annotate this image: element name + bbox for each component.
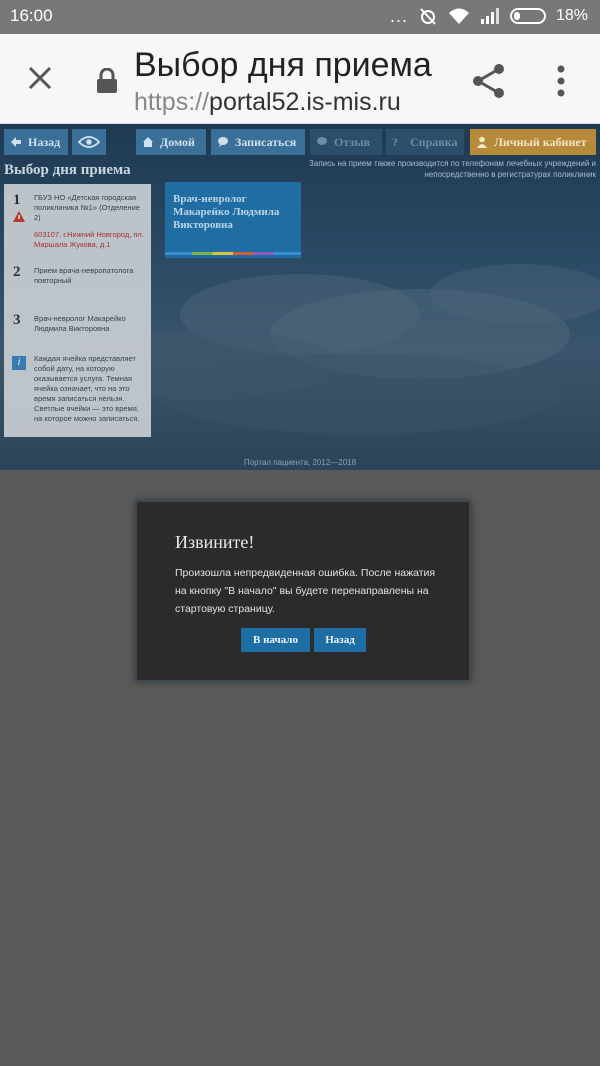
- chat-icon: [218, 137, 228, 147]
- web-page: Назад Домой Записаться Отзыв ? Справка Л…: [0, 124, 600, 470]
- comment-icon: [317, 137, 327, 145]
- step-number: 3: [13, 312, 21, 328]
- nav-review-label: Отзыв: [334, 134, 371, 149]
- browser-toolbar: Выбор дня приема https://portal52.is-mis…: [0, 34, 600, 124]
- url-protocol: https://: [134, 88, 210, 116]
- nav-back-button[interactable]: Назад: [4, 129, 68, 155]
- notification-dots: ...: [389, 6, 408, 26]
- doctor-card[interactable]: Врач-невролог Макарейко Людмила Викторов…: [165, 182, 301, 258]
- battery-percent: 18%: [555, 7, 588, 24]
- back-button[interactable]: Назад: [314, 628, 366, 652]
- close-icon[interactable]: [22, 60, 58, 96]
- step-number: 2: [13, 264, 21, 280]
- arrow-left-icon: [11, 137, 21, 147]
- phone-note: Запись на прием также производится по те…: [309, 159, 596, 179]
- url-host: portal52.is-mis.ru: [209, 88, 401, 116]
- nav-home-button[interactable]: Домой: [136, 129, 206, 155]
- alarm-off-icon: [420, 8, 436, 25]
- nav-back-label: Назад: [28, 134, 61, 149]
- info-icon: i: [12, 356, 26, 370]
- nav-signup-label: Записаться: [235, 134, 297, 149]
- booking-steps: 1 ГБУЗ НО «Детская городская поликлиника…: [4, 184, 151, 437]
- nav-cabinet-label: Личный кабинет: [494, 134, 587, 149]
- step-text: ГБУЗ НО «Детская городская поликлиника №…: [34, 193, 140, 222]
- dialog-message: Произошла непредвиденная ошибка. После н…: [175, 567, 436, 615]
- battery-icon: [509, 8, 546, 24]
- user-icon: [477, 136, 487, 148]
- doctor-card-stripe: [165, 252, 301, 255]
- legend-text: Каждая ячейка представляет собой дату, н…: [34, 354, 140, 423]
- step-address[interactable]: 603107, г.Нижний Новгород, пл. Маршала Ж…: [34, 230, 146, 250]
- more-menu-icon[interactable]: [552, 64, 570, 98]
- signal-icon: [480, 8, 499, 24]
- step-number: 1: [13, 192, 21, 208]
- status-icons: ... 18%: [390, 6, 588, 26]
- question-icon: ?: [392, 135, 398, 149]
- start-button[interactable]: В начало: [241, 628, 310, 652]
- share-icon[interactable]: [470, 62, 508, 100]
- nav-signup-button[interactable]: Записаться: [211, 129, 305, 155]
- warning-icon: [13, 211, 25, 222]
- doctor-name: Врач-невролог Макарейко Людмила Викторов…: [173, 193, 280, 231]
- url-field[interactable]: https://portal52.is-mis.ru: [134, 88, 401, 117]
- page-title: Выбор дня приема: [134, 46, 432, 84]
- step-text: Прием врача-невропатолога повторный: [34, 266, 134, 285]
- eye-icon: [78, 136, 100, 148]
- nav-help-label: Справка: [410, 134, 458, 149]
- nav-help-button[interactable]: ? Справка: [386, 129, 464, 155]
- nav-home-label: Домой: [160, 134, 195, 149]
- accessibility-button[interactable]: [72, 129, 106, 155]
- lock-icon: [97, 68, 117, 93]
- nav-review-button[interactable]: Отзыв: [310, 129, 382, 155]
- nav-cabinet-button[interactable]: Личный кабинет: [470, 129, 596, 155]
- status-bar: 16:00 ... 18%: [0, 0, 600, 34]
- home-icon: [143, 137, 153, 147]
- error-dialog: Извините! Произошла непредвиденная ошибк…: [135, 500, 471, 682]
- dialog-title: Извините!: [175, 532, 255, 552]
- clock: 16:00: [10, 6, 53, 25]
- step-text: Врач-невролог Макарейко Людмила Викторов…: [34, 314, 126, 333]
- page-footer: Портал пациента, 2012—2018: [243, 458, 357, 467]
- section-heading: Выбор дня приема: [4, 162, 131, 178]
- wifi-icon: [448, 8, 469, 24]
- main-nav: Назад Домой Записаться Отзыв ? Справка Л…: [0, 129, 600, 159]
